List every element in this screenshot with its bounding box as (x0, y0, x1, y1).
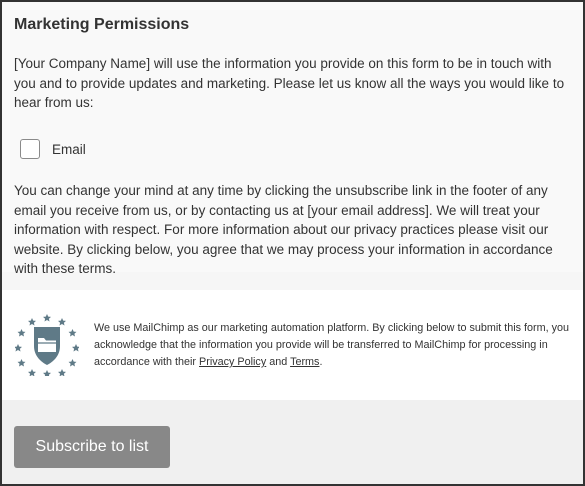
signup-form: Marketing Permissions [Your Company Name… (0, 0, 585, 486)
mailchimp-disclaimer: We use MailChimp as our marketing automa… (94, 320, 572, 371)
section-title: Marketing Permissions (14, 16, 190, 33)
mailchimp-disclaimer-text: We use MailChimp as our marketing automa… (94, 322, 570, 368)
intro-text: [Your Company Name] will use the informa… (14, 56, 565, 110)
privacy-policy-link[interactable]: Privacy Policy (199, 356, 266, 368)
period-text: . (319, 356, 323, 368)
consent-note: You can change your mind at any time by … (14, 183, 553, 276)
terms-link[interactable]: Terms (290, 356, 319, 368)
form-footer: Subscribe to list (2, 400, 583, 484)
mailchimp-gdpr-shield-icon (15, 314, 79, 376)
email-checkbox[interactable] (20, 139, 40, 159)
mailchimp-notice: We use MailChimp as our marketing automa… (2, 290, 583, 400)
conjunction-text: and (266, 356, 291, 368)
email-checkbox-label[interactable]: Email (52, 142, 86, 157)
marketing-permissions-section: Marketing Permissions [Your Company Name… (2, 2, 583, 276)
email-permission-option[interactable]: Email (20, 137, 86, 161)
subscribe-button[interactable]: Subscribe to list (14, 426, 170, 468)
